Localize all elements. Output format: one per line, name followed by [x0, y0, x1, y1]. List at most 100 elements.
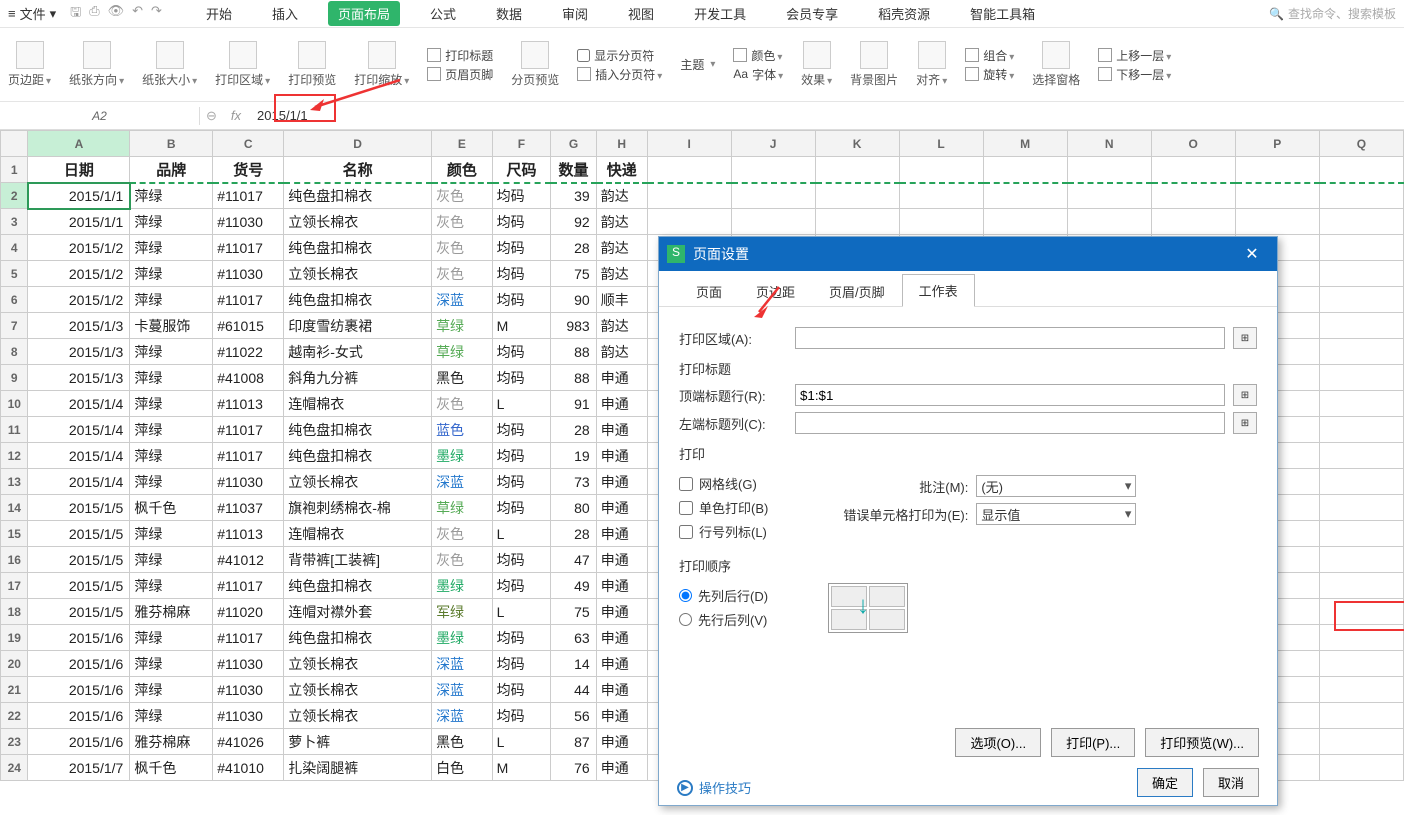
cell-sku[interactable]: #61015 [213, 313, 284, 339]
empty-cell[interactable] [1235, 209, 1319, 235]
preview-icon[interactable]: 👁 [108, 3, 125, 25]
cell-ship[interactable]: 申通 [596, 495, 647, 521]
cell-ship[interactable]: 申通 [596, 521, 647, 547]
row-header-16[interactable]: 16 [1, 547, 28, 573]
cell-brand[interactable]: 枫千色 [130, 495, 213, 521]
cell-date[interactable]: 2015/1/3 [28, 365, 130, 391]
cell-size[interactable]: 均码 [492, 625, 551, 651]
empty-cell[interactable] [1067, 157, 1151, 183]
cell-name[interactable]: 纯色盘扣棉衣 [284, 443, 432, 469]
empty-cell[interactable] [983, 209, 1067, 235]
col-header-D[interactable]: D [284, 131, 432, 157]
header-cell[interactable]: 日期 [28, 157, 130, 183]
cell-size[interactable]: 均码 [492, 287, 551, 313]
header-cell[interactable]: 尺码 [492, 157, 551, 183]
cell-ship[interactable]: 申通 [596, 547, 647, 573]
empty-cell[interactable] [1319, 521, 1403, 547]
cell-date[interactable]: 2015/1/2 [28, 235, 130, 261]
bg-image-button[interactable]: 背景图片 [850, 41, 898, 88]
cell-qty[interactable]: 76 [551, 755, 596, 781]
row-header-20[interactable]: 20 [1, 651, 28, 677]
header-cell[interactable]: 快递 [596, 157, 647, 183]
row-header-14[interactable]: 14 [1, 495, 28, 521]
cell-name[interactable]: 立领长棉衣 [284, 677, 432, 703]
col-header-F[interactable]: F [492, 131, 551, 157]
cell-ship[interactable]: 韵达 [596, 339, 647, 365]
cell-color[interactable]: 灰色 [432, 235, 493, 261]
cell-date[interactable]: 2015/1/4 [28, 417, 130, 443]
cell-qty[interactable]: 19 [551, 443, 596, 469]
cell-date[interactable]: 2015/1/5 [28, 521, 130, 547]
gridlines-check[interactable]: 网格线(G) [679, 474, 768, 493]
empty-cell[interactable] [731, 157, 815, 183]
cell-sku[interactable]: #11030 [213, 209, 284, 235]
empty-cell[interactable] [647, 209, 731, 235]
empty-cell[interactable] [1235, 183, 1319, 209]
tab-data[interactable]: 数据 [486, 1, 532, 26]
header-cell[interactable]: 品牌 [130, 157, 213, 183]
tab-page-layout[interactable]: 页面布局 [328, 1, 400, 26]
cell-size[interactable]: M [492, 313, 551, 339]
name-box[interactable]: A2 [0, 107, 200, 125]
empty-cell[interactable] [1151, 209, 1235, 235]
tab-dev[interactable]: 开发工具 [684, 1, 756, 26]
cell-date[interactable]: 2015/1/3 [28, 339, 130, 365]
empty-cell[interactable] [815, 183, 899, 209]
empty-cell[interactable] [1319, 469, 1403, 495]
cell-color[interactable]: 灰色 [432, 521, 493, 547]
cell-color[interactable]: 黑色 [432, 729, 493, 755]
range-pick-icon[interactable]: ⊞ [1233, 384, 1257, 406]
row-header-7[interactable]: 7 [1, 313, 28, 339]
cell-ship[interactable]: 申通 [596, 599, 647, 625]
cell-date[interactable]: 2015/1/4 [28, 469, 130, 495]
cell-date[interactable]: 2015/1/1 [28, 183, 130, 209]
cell-size[interactable]: 均码 [492, 443, 551, 469]
range-pick-icon[interactable]: ⊞ [1233, 412, 1257, 434]
cell-brand[interactable]: 萍绿 [130, 677, 213, 703]
move-up-button[interactable]: 上移一层 [1098, 47, 1171, 64]
cell-sku[interactable]: #11030 [213, 469, 284, 495]
col-header-I[interactable]: I [647, 131, 731, 157]
empty-cell[interactable] [1319, 495, 1403, 521]
cell-brand[interactable]: 枫千色 [130, 755, 213, 781]
empty-cell[interactable] [1319, 183, 1403, 209]
header-cell[interactable]: 名称 [284, 157, 432, 183]
col-header-M[interactable]: M [983, 131, 1067, 157]
cell-color[interactable]: 灰色 [432, 209, 493, 235]
cell-brand[interactable]: 雅芬棉麻 [130, 729, 213, 755]
cell-qty[interactable]: 75 [551, 261, 596, 287]
cell-size[interactable]: L [492, 599, 551, 625]
tab-header-footer[interactable]: 页眉/页脚 [812, 275, 902, 307]
cell-size[interactable]: 均码 [492, 417, 551, 443]
cell-color[interactable]: 白色 [432, 755, 493, 781]
header-cell[interactable]: 货号 [213, 157, 284, 183]
empty-cell[interactable] [647, 183, 731, 209]
cell-qty[interactable]: 44 [551, 677, 596, 703]
cell-ship[interactable]: 韵达 [596, 261, 647, 287]
row-header-12[interactable]: 12 [1, 443, 28, 469]
header-footer-button[interactable]: 页眉页脚 [427, 66, 493, 83]
col-header-L[interactable]: L [899, 131, 983, 157]
cell-date[interactable]: 2015/1/3 [28, 313, 130, 339]
empty-cell[interactable] [983, 157, 1067, 183]
cell-ship[interactable]: 韵达 [596, 235, 647, 261]
cell-size[interactable]: 均码 [492, 703, 551, 729]
comment-select[interactable]: (无) [976, 475, 1136, 497]
cell-size[interactable]: 均码 [492, 677, 551, 703]
empty-cell[interactable] [731, 209, 815, 235]
cell-name[interactable]: 纯色盘扣棉衣 [284, 417, 432, 443]
cell-color[interactable]: 墨绿 [432, 573, 493, 599]
cell-qty[interactable]: 47 [551, 547, 596, 573]
cell-brand[interactable]: 萍绿 [130, 391, 213, 417]
page-break-preview[interactable]: 分页预览 [511, 41, 559, 88]
row-header-19[interactable]: 19 [1, 625, 28, 651]
left-col-input[interactable] [795, 412, 1225, 434]
tab-review[interactable]: 审阅 [552, 1, 598, 26]
cell-qty[interactable]: 28 [551, 235, 596, 261]
cell-color[interactable]: 草绿 [432, 339, 493, 365]
cell-brand[interactable]: 萍绿 [130, 209, 213, 235]
empty-cell[interactable] [1235, 157, 1319, 183]
row-header-11[interactable]: 11 [1, 417, 28, 443]
empty-cell[interactable] [1319, 443, 1403, 469]
cell-brand[interactable]: 萍绿 [130, 261, 213, 287]
